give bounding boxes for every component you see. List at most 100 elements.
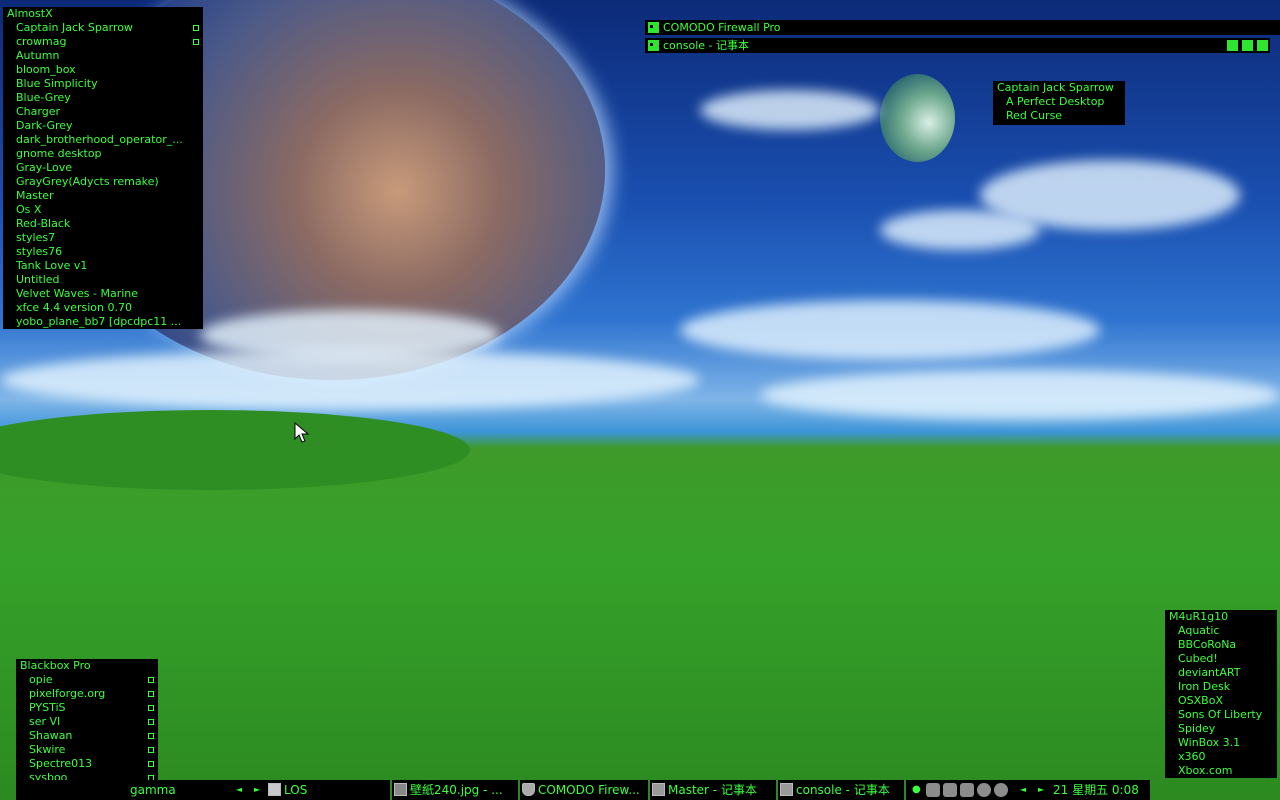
menu-item[interactable]: Blue Simplicity — [3, 77, 203, 91]
taskbar-task[interactable]: Master - 记事本 — [650, 780, 776, 800]
menu-item[interactable]: gnome desktop — [3, 147, 203, 161]
menu-item-label: Captain Jack Sparrow — [16, 21, 133, 34]
menu-item[interactable]: Aquatic — [1165, 624, 1277, 638]
menu-item-label: Autumn — [16, 49, 60, 62]
window-title: COMODO Firewall Pro — [663, 21, 781, 34]
menu-item[interactable]: deviantART — [1165, 666, 1277, 680]
image-icon — [394, 783, 407, 796]
menu-item[interactable]: Velvet Waves - Marine — [3, 287, 203, 301]
submenu-indicator-icon — [193, 25, 199, 31]
menu-item[interactable]: Tank Love v1 — [3, 259, 203, 273]
menu-title: Blackbox Pro — [20, 659, 91, 672]
m4ur1g10-menu: M4uR1g10 Aquatic BBCoRoNa Cubed! deviantART… — [1165, 610, 1277, 778]
menu-item-label: opie — [29, 673, 53, 686]
menu-item[interactable]: Red Curse — [993, 109, 1125, 123]
menu-item-label: pixelforge.org — [29, 687, 106, 700]
network-tray-icon[interactable] — [943, 783, 957, 797]
menu-item[interactable]: pixelforge.org — [16, 687, 158, 701]
menu-item-label: Gray-Love — [16, 161, 73, 174]
menu-item[interactable]: Skwire — [16, 743, 158, 757]
close-icon[interactable] — [1257, 40, 1268, 51]
hill — [0, 410, 470, 490]
menu-title: Captain Jack Sparrow — [997, 81, 1114, 94]
menu-item[interactable]: styles7 — [3, 231, 203, 245]
maximize-icon[interactable] — [1242, 40, 1253, 51]
menu-item[interactable]: Captain Jack Sparrow — [3, 21, 203, 35]
menu-item[interactable]: Blue-Grey — [3, 91, 203, 105]
menu-item-label: Spectre013 — [29, 757, 93, 770]
console-window-titlebar[interactable]: console - 记事本 — [645, 38, 1270, 53]
menu-item[interactable]: styles76 — [3, 245, 203, 259]
next-arrow-icon[interactable]: ► — [1038, 780, 1044, 800]
moon-graphic — [880, 74, 955, 162]
menu-item[interactable]: A Perfect Desktop — [993, 95, 1125, 109]
menu-item[interactable]: yobo_plane_bb7 [dpcdpc11 ... — [3, 315, 203, 329]
menu-item-label: Blue-Grey — [16, 91, 71, 104]
taskbar-task[interactable]: COMODO Firew... — [520, 780, 648, 800]
menu-item[interactable]: opie — [16, 673, 158, 687]
taskbar: gamma ◄ ► LOS 壁紙240.jpg - ... COMODO Fir… — [0, 780, 1280, 800]
menu-item[interactable]: Dark-Grey — [3, 119, 203, 133]
menu-item[interactable]: x360 — [1165, 750, 1277, 764]
prev-arrow-icon[interactable]: ◄ — [1020, 780, 1026, 800]
menu-item[interactable]: Master — [3, 189, 203, 203]
menu-item[interactable]: xfce 4.4 version 0.70 — [3, 301, 203, 315]
menu-title: M4uR1g10 — [1169, 610, 1229, 623]
menu-item[interactable]: GrayGrey(Adycts remake) — [3, 175, 203, 189]
menu-item[interactable]: Spectre013 — [16, 757, 158, 771]
menu-item[interactable]: sysboo — [16, 771, 158, 780]
menu-item[interactable]: crowmag — [3, 35, 203, 49]
mouse-cursor-icon — [294, 422, 310, 443]
menu-item[interactable]: Gray-Love — [3, 161, 203, 175]
menu-item[interactable]: Shawan — [16, 729, 158, 743]
workspace-switcher[interactable]: gamma ◄ ► — [16, 780, 266, 800]
volume-tray-icon[interactable] — [994, 783, 1008, 797]
taskbar-folder[interactable]: LOS — [266, 780, 390, 800]
menu-item[interactable]: Cubed! — [1165, 652, 1277, 666]
menu-item[interactable]: Sons Of Liberty — [1165, 708, 1277, 722]
comodo-window-titlebar[interactable]: COMODO Firewall Pro — [645, 20, 1280, 35]
menu-item[interactable]: bloom_box — [3, 63, 203, 77]
menu-item-label: Aquatic — [1178, 624, 1220, 637]
menu-item[interactable]: dark_brotherhood_operator_... — [3, 133, 203, 147]
menu-item[interactable]: Os X — [3, 203, 203, 217]
menu-item-label: Master — [16, 189, 54, 202]
submenu-indicator-icon — [148, 691, 154, 697]
menu-item-label: WinBox 3.1 — [1178, 736, 1241, 749]
menu-item[interactable]: Spidey — [1165, 722, 1277, 736]
menu-item[interactable]: PYSTiS — [16, 701, 158, 715]
taskbar-task[interactable]: console - 记事本 — [778, 780, 904, 800]
app-icon — [648, 22, 659, 33]
plug-tray-icon[interactable] — [960, 783, 974, 797]
prev-workspace-icon[interactable]: ◄ — [236, 780, 242, 800]
menu-item-label: Os X — [16, 203, 42, 216]
shield-tray-icon[interactable] — [926, 783, 940, 797]
submenu-indicator-icon — [148, 747, 154, 753]
submenu-indicator-icon — [148, 733, 154, 739]
menu-item-label: deviantART — [1178, 666, 1241, 679]
notepad-icon — [652, 783, 665, 796]
minimize-icon[interactable] — [1227, 40, 1238, 51]
menu-item-label: PYSTiS — [29, 701, 66, 714]
menu-item[interactable]: Charger — [3, 105, 203, 119]
menu-item-label: Red Curse — [1006, 109, 1063, 122]
next-workspace-icon[interactable]: ► — [254, 780, 260, 800]
menu-item[interactable]: Xbox.com — [1165, 764, 1277, 778]
app-icon — [648, 40, 659, 51]
menu-item-label: Shawan — [29, 729, 73, 742]
menu-item[interactable]: Iron Desk — [1165, 680, 1277, 694]
info-tray-icon[interactable] — [977, 783, 991, 797]
menu-item[interactable]: ser VI — [16, 715, 158, 729]
menu-item[interactable]: Red-Black — [3, 217, 203, 231]
menu-item[interactable]: WinBox 3.1 — [1165, 736, 1277, 750]
menu-item-label: OSXBoX — [1178, 694, 1223, 707]
taskbar-task[interactable]: 壁紙240.jpg - ... — [392, 780, 518, 800]
menu-item[interactable]: BBCoRoNa — [1165, 638, 1277, 652]
menu-item[interactable]: OSXBoX — [1165, 694, 1277, 708]
menu-item-label: Untitled — [16, 273, 60, 286]
menu-item-label: A Perfect Desktop — [1006, 95, 1105, 108]
menu-item-label: styles76 — [16, 245, 63, 258]
menu-item[interactable]: Autumn — [3, 49, 203, 63]
menu-item-label: Dark-Grey — [16, 119, 73, 132]
menu-item[interactable]: Untitled — [3, 273, 203, 287]
